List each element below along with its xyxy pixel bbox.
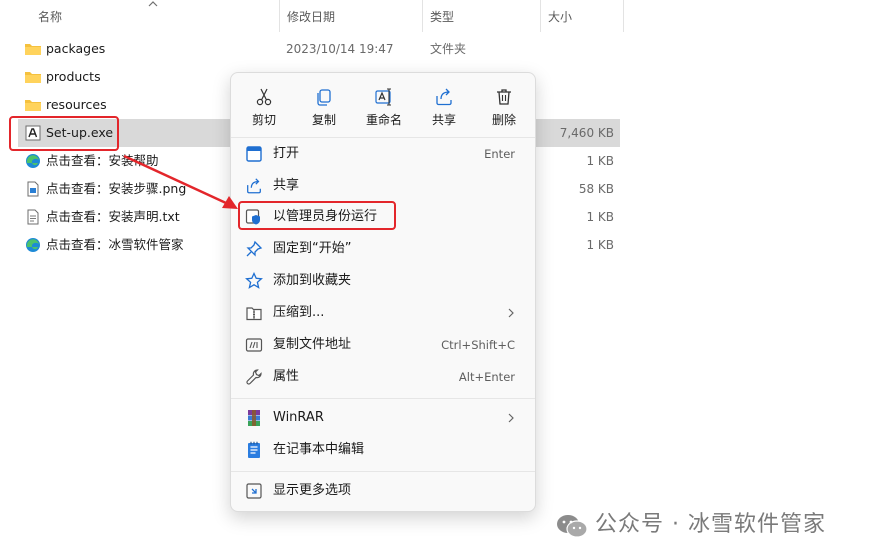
share-quick-label: 共享 bbox=[431, 113, 456, 127]
menu-item-pin-to-start[interactable]: 固定到“开始” bbox=[237, 234, 529, 264]
share-quick-button[interactable]: 共享 bbox=[416, 81, 472, 135]
rename-button[interactable]: 重命名 bbox=[356, 81, 412, 135]
file-date: 2023/10/14 19:47 bbox=[286, 42, 394, 56]
pin-icon bbox=[246, 240, 263, 257]
file-name: products bbox=[46, 69, 101, 84]
menu-item-properties[interactable]: 属性 Alt+Enter bbox=[237, 362, 529, 392]
file-row-packages[interactable]: packages 2023/10/14 19:47 文件夹 bbox=[18, 35, 620, 63]
quick-action-bar: 剪切 复制 重命名 共享 删除 bbox=[231, 81, 535, 137]
folder-icon bbox=[25, 72, 41, 83]
wechat-logo-icon bbox=[557, 515, 588, 538]
menu-item-label: 复制文件地址 bbox=[273, 337, 352, 352]
menu-item-shortcut: Enter bbox=[484, 147, 515, 161]
column-header-size[interactable]: 大小 bbox=[540, 0, 624, 32]
menu-item-label: 共享 bbox=[273, 178, 300, 193]
file-size: 1 KB bbox=[586, 154, 614, 168]
menu-item-label: 打开 bbox=[273, 146, 300, 161]
rename-label: 重命名 bbox=[365, 113, 402, 127]
column-header-type[interactable]: 类型 bbox=[422, 0, 540, 32]
share-icon bbox=[436, 88, 452, 106]
file-name: packages bbox=[46, 41, 106, 56]
trash-icon bbox=[497, 89, 511, 105]
menu-item-label: 压缩到... bbox=[273, 305, 325, 320]
cut-label: 剪切 bbox=[251, 113, 276, 127]
file-name: resources bbox=[46, 97, 107, 112]
copy-button[interactable]: 复制 bbox=[296, 81, 352, 135]
menu-item-label: 显示更多选项 bbox=[273, 483, 352, 498]
cut-button[interactable]: 剪切 bbox=[236, 81, 292, 135]
menu-item-shortcut: Alt+Enter bbox=[458, 370, 515, 384]
png-file-icon bbox=[27, 181, 39, 197]
menu-item-winrar[interactable]: WinRAR bbox=[237, 403, 529, 433]
file-size: 1 KB bbox=[586, 238, 614, 252]
menu-divider bbox=[231, 137, 535, 138]
file-size: 58 KB bbox=[578, 182, 614, 196]
file-name: 点击查看：冰雪软件管家 bbox=[46, 237, 184, 252]
sort-ascending-icon[interactable] bbox=[148, 0, 158, 8]
edge-link-icon bbox=[26, 154, 40, 168]
menu-item-label: 在记事本中编辑 bbox=[273, 442, 365, 457]
menu-item-label: 固定到“开始” bbox=[273, 241, 352, 256]
winrar-icon bbox=[248, 410, 260, 426]
menu-item-add-to-favorites[interactable]: 添加到收藏夹 bbox=[237, 266, 529, 296]
chevron-right-icon bbox=[508, 308, 514, 318]
watermark-text: 公众号 · 冰雪软件管家 bbox=[595, 512, 826, 537]
file-name: 点击查看：安装声明.txt bbox=[46, 209, 180, 224]
star-icon bbox=[245, 272, 263, 289]
menu-divider bbox=[231, 398, 535, 399]
scissors-icon bbox=[256, 88, 272, 106]
column-header: 名称 修改日期 类型 大小 bbox=[0, 0, 624, 32]
notepad-icon bbox=[248, 441, 260, 458]
menu-item-share[interactable]: 共享 bbox=[237, 171, 529, 201]
zip-icon bbox=[246, 307, 262, 321]
open-app-icon bbox=[246, 146, 262, 162]
menu-item-label: 属性 bbox=[273, 369, 300, 384]
chevron-right-icon bbox=[508, 413, 514, 423]
menu-item-compress-to[interactable]: 压缩到... bbox=[237, 298, 529, 328]
column-divider[interactable] bbox=[623, 0, 624, 32]
context-menu: 剪切 复制 重命名 共享 删除 打开 Enter 共享 以管理员身份运行 固定到… bbox=[230, 72, 536, 512]
edge-link-icon bbox=[26, 238, 40, 252]
file-type: 文件夹 bbox=[430, 42, 467, 56]
txt-file-icon bbox=[27, 209, 39, 225]
menu-item-label: 添加到收藏夹 bbox=[273, 273, 352, 288]
wrench-icon bbox=[246, 369, 262, 385]
more-options-icon bbox=[246, 483, 262, 499]
copy-path-icon bbox=[245, 338, 263, 352]
menu-item-open[interactable]: 打开 Enter bbox=[237, 139, 529, 169]
file-size: 7,460 KB bbox=[559, 126, 614, 140]
delete-button[interactable]: 删除 bbox=[476, 81, 532, 135]
folder-icon bbox=[25, 100, 41, 111]
menu-item-label: WinRAR bbox=[273, 410, 324, 425]
file-name: 点击查看：安装步骤.png bbox=[46, 181, 187, 196]
menu-item-edit-in-notepad[interactable]: 在记事本中编辑 bbox=[237, 435, 529, 465]
rename-icon bbox=[375, 88, 391, 106]
menu-item-copy-as-path[interactable]: 复制文件地址 Ctrl+Shift+C bbox=[237, 330, 529, 360]
run-as-admin-highlight-box bbox=[238, 201, 396, 230]
column-header-date[interactable]: 修改日期 bbox=[279, 0, 422, 32]
menu-item-show-more-options[interactable]: 显示更多选项 bbox=[237, 476, 529, 506]
folder-icon bbox=[25, 44, 41, 55]
menu-divider bbox=[231, 471, 535, 472]
file-size: 1 KB bbox=[586, 210, 614, 224]
watermark: 公众号 · 冰雪软件管家 bbox=[555, 508, 855, 542]
menu-item-shortcut: Ctrl+Shift+C bbox=[441, 338, 515, 352]
share-icon bbox=[247, 178, 261, 194]
copy-label: 复制 bbox=[311, 113, 336, 127]
copy-icon bbox=[317, 89, 331, 106]
setup-highlight-box bbox=[9, 116, 119, 151]
delete-label: 删除 bbox=[491, 113, 516, 127]
file-name: 点击查看：安装帮助 bbox=[46, 153, 159, 168]
